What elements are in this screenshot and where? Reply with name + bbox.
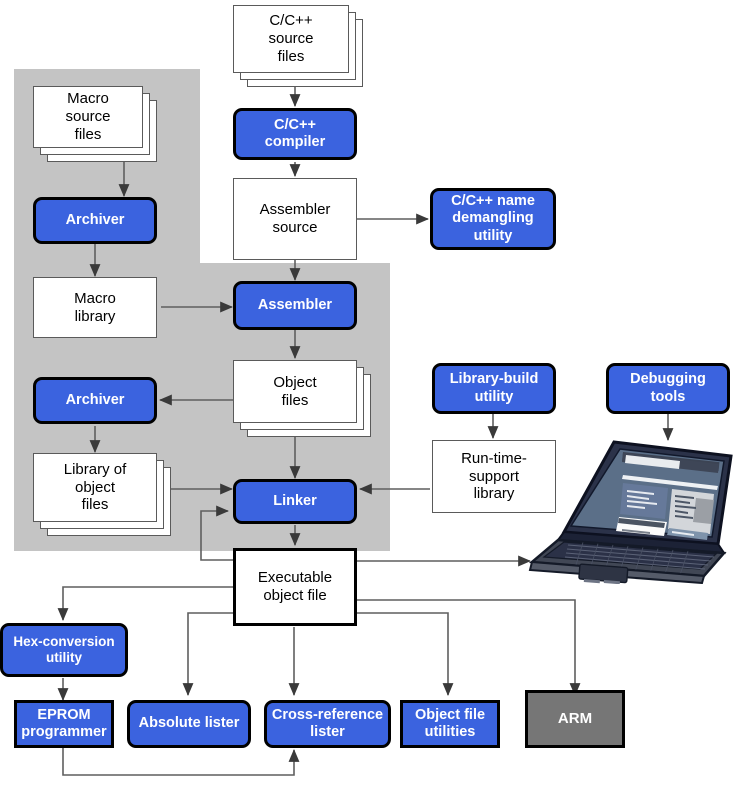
node-archiver-object[interactable]: Archiver	[33, 377, 157, 424]
node-eprom-programmer[interactable]: EPROM programmer	[14, 700, 114, 748]
node-library-build-utility[interactable]: Library-build utility	[432, 363, 556, 414]
node-name-demangling-utility[interactable]: C/C++ name demangling utility	[430, 188, 556, 250]
library-of-object-files-stack: Library of object files	[33, 453, 171, 536]
node-absolute-lister[interactable]: Absolute lister	[127, 700, 251, 748]
node-linker[interactable]: Linker	[233, 479, 357, 524]
node-object-file-utilities[interactable]: Object file utilities	[400, 700, 500, 748]
macro-source-files-stack: Macro source files	[33, 86, 157, 162]
object-files-stack: Object files	[233, 360, 371, 437]
node-debugging-tools[interactable]: Debugging tools	[606, 363, 730, 414]
node-macro-library: Macro library	[33, 277, 157, 338]
software-development-flow-diagram: C/C++ source files C/C++ compiler Assembler…	[0, 0, 735, 788]
node-arm-target: ARM	[525, 690, 625, 748]
node-library-of-object-files: Library of object files	[33, 453, 157, 522]
laptop-icon	[528, 418, 735, 585]
node-assembler-source: Assembler source	[233, 178, 357, 260]
node-cross-reference-lister[interactable]: Cross-reference lister	[264, 700, 391, 748]
node-hex-conversion-utility[interactable]: Hex-conversion utility	[0, 623, 128, 677]
node-archiver-macro[interactable]: Archiver	[33, 197, 157, 244]
node-object-files: Object files	[233, 360, 357, 423]
node-macro-source-files: Macro source files	[33, 86, 143, 148]
node-c-compiler[interactable]: C/C++ compiler	[233, 108, 357, 160]
node-assembler[interactable]: Assembler	[233, 281, 357, 330]
node-c-source-files: C/C++ source files	[233, 5, 349, 73]
node-executable-object-file: Executable object file	[233, 548, 357, 626]
c-source-files-stack: C/C++ source files	[233, 5, 363, 87]
